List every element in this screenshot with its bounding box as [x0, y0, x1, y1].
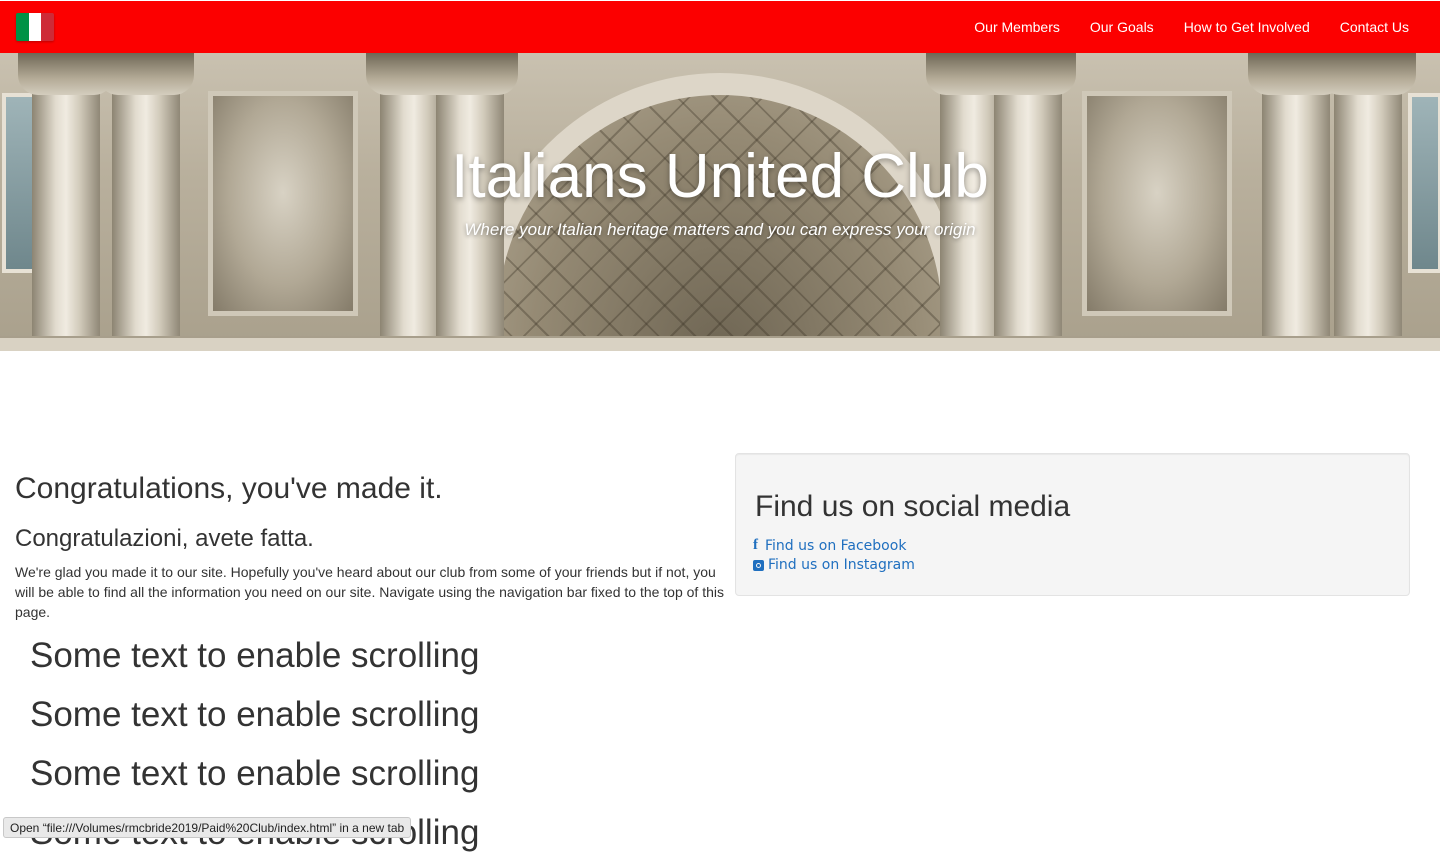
hero-subtitle: Where your Italian heritage matters and …	[464, 220, 976, 239]
hero-title: Italians United Club	[451, 142, 989, 211]
hero-capital	[980, 53, 1076, 95]
facebook-icon: f	[753, 537, 758, 553]
top-navbar: Our Members Our Goals How to Get Involve…	[0, 1, 1440, 53]
scroll-filler-text: Some text to enable scrolling	[30, 695, 480, 734]
instagram-link[interactable]: Find us on Instagram	[753, 557, 915, 573]
hero-frieze	[0, 336, 1440, 351]
social-media-panel: Find us on social media f Find us on Fac…	[735, 453, 1410, 596]
nav-link-our-members[interactable]: Our Members	[959, 1, 1075, 53]
italian-flag-icon[interactable]	[16, 13, 54, 41]
browser-status-bar: Open “file:///Volumes/rmcbride2019/Paid%…	[3, 817, 412, 838]
facebook-link-label: Find us on Facebook	[765, 537, 907, 554]
hero-capital	[422, 53, 518, 95]
social-media-heading: Find us on social media	[755, 490, 1071, 523]
hero-banner: Italians United Club Where your Italian …	[0, 53, 1440, 351]
hero-capital	[98, 53, 194, 95]
nav-link-our-goals[interactable]: Our Goals	[1075, 1, 1169, 53]
nav-links: Our Members Our Goals How to Get Involve…	[959, 1, 1424, 53]
instagram-icon	[753, 559, 764, 571]
welcome-heading: Congratulations, you've made it.	[15, 472, 443, 505]
nav-link-contact-us[interactable]: Contact Us	[1325, 1, 1424, 53]
hero-capital	[1320, 53, 1416, 95]
hero-arch	[476, 73, 964, 351]
scroll-filler-text: Some text to enable scrolling	[30, 636, 480, 675]
facebook-link[interactable]: f Find us on Facebook	[753, 537, 906, 554]
intro-paragraph: We're glad you made it to our site. Hope…	[15, 564, 724, 620]
nav-link-how-to-get-involved[interactable]: How to Get Involved	[1169, 1, 1325, 53]
instagram-link-label: Find us on Instagram	[768, 557, 915, 573]
scroll-filler-text: Some text to enable scrolling	[30, 754, 480, 793]
welcome-subheading-italian: Congratulazioni, avete fatta.	[15, 525, 314, 552]
